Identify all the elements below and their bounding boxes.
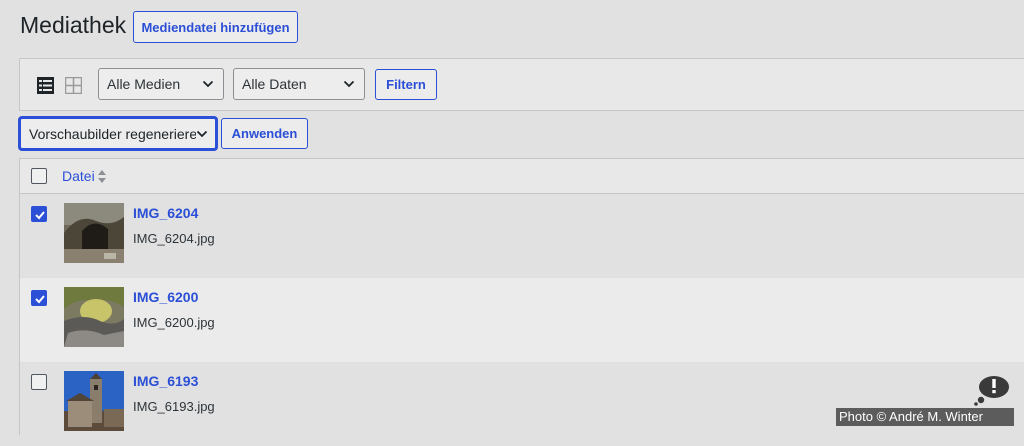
chevron-down-icon bbox=[343, 80, 355, 88]
thought-bubble-icon bbox=[974, 376, 1009, 406]
media-title-link[interactable]: IMG_6204 bbox=[133, 205, 198, 221]
media-filename: IMG_6200.jpg bbox=[133, 315, 215, 330]
chevron-down-icon bbox=[202, 80, 214, 88]
media-title-link[interactable]: IMG_6193 bbox=[133, 373, 198, 389]
list-view-icon[interactable] bbox=[37, 77, 54, 94]
filter-button[interactable]: Filtern bbox=[375, 69, 437, 100]
table-row: IMG_6204 IMG_6204.jpg bbox=[20, 194, 1024, 278]
add-media-button[interactable]: Mediendatei hinzufügen bbox=[133, 11, 298, 43]
media-filename: IMG_6193.jpg bbox=[133, 399, 215, 414]
date-value: Alle Daten bbox=[242, 76, 307, 92]
apply-button[interactable]: Anwenden bbox=[221, 118, 308, 149]
page-title: Mediathek bbox=[20, 12, 127, 38]
bulk-action-value: Vorschaubilder regeneriere bbox=[29, 125, 198, 142]
date-select[interactable]: Alle Daten bbox=[233, 68, 365, 100]
grid-view-icon[interactable] bbox=[65, 77, 82, 94]
page-header: Mediathek Mediendatei hinzufügen bbox=[0, 0, 1024, 58]
row-checkbox[interactable] bbox=[31, 290, 47, 306]
sort-icon[interactable] bbox=[97, 169, 107, 184]
media-table: Datei IMG_6204 IMG_6204.jpg IMG_6200 IMG… bbox=[19, 158, 1024, 446]
bulk-action-select[interactable]: Vorschaubilder regeneriere bbox=[19, 117, 217, 150]
thumbnail-image[interactable] bbox=[64, 371, 124, 431]
column-datei[interactable]: Datei bbox=[62, 168, 95, 184]
chevron-down-icon bbox=[196, 128, 208, 140]
select-all-checkbox[interactable] bbox=[31, 168, 47, 184]
table-header: Datei bbox=[20, 159, 1024, 194]
media-filename: IMG_6204.jpg bbox=[133, 231, 215, 246]
thumbnail-image[interactable] bbox=[64, 203, 124, 263]
row-checkbox[interactable] bbox=[31, 206, 47, 222]
media-title-link[interactable]: IMG_6200 bbox=[133, 289, 198, 305]
table-row: IMG_6200 IMG_6200.jpg bbox=[20, 278, 1024, 362]
table-row: IMG_6193 IMG_6193.jpg bbox=[20, 362, 1024, 446]
thumbnail-image[interactable] bbox=[64, 287, 124, 347]
photo-credit: Photo © André M. Winter bbox=[836, 408, 1014, 426]
check-icon bbox=[35, 295, 45, 304]
media-type-value: Alle Medien bbox=[107, 76, 181, 92]
row-checkbox[interactable] bbox=[31, 374, 47, 390]
check-icon bbox=[35, 211, 45, 220]
filter-toolbar: Alle Medien Alle Daten Filtern bbox=[19, 58, 1024, 111]
media-type-select[interactable]: Alle Medien bbox=[98, 68, 224, 100]
